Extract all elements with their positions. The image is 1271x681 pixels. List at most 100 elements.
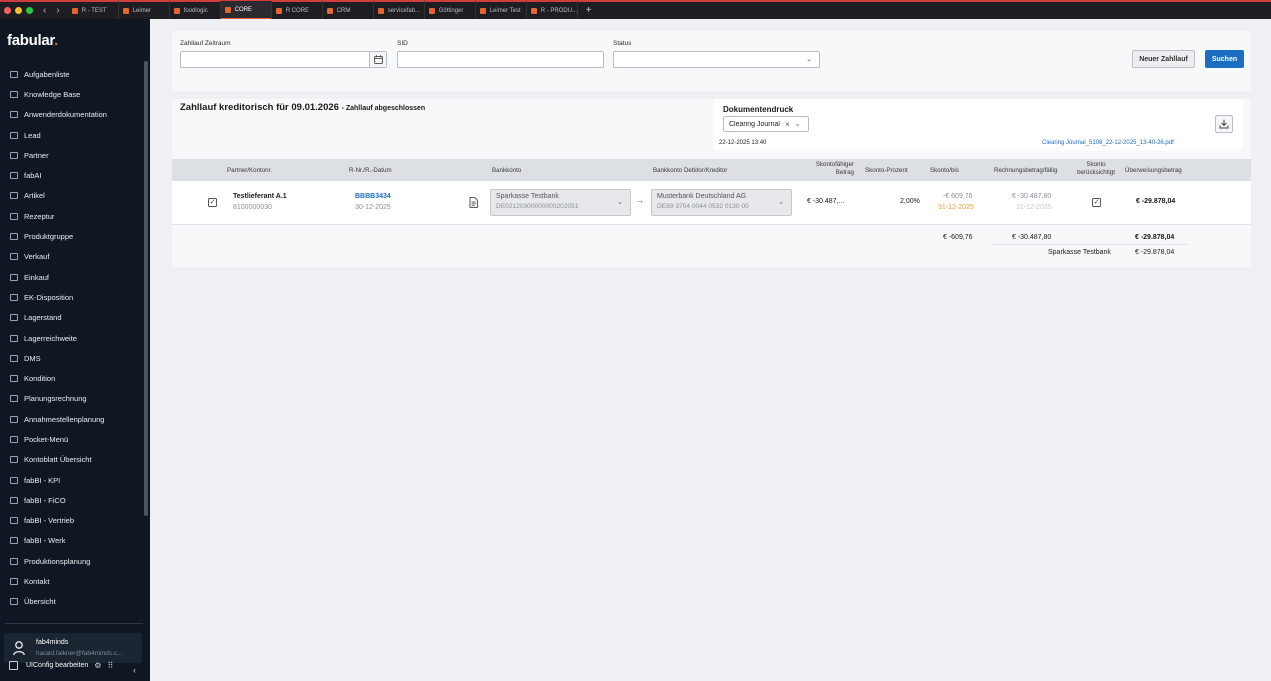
sidebar-item-verkauf[interactable]: Verkauf [0,247,143,267]
sidebar-item-rezeptur[interactable]: Rezeptur [0,206,143,226]
sidebar-scrollbar[interactable] [144,61,148,516]
sid-input[interactable] [397,51,604,68]
favicon-icon [224,6,231,13]
uiconfig-checkbox[interactable] [9,661,18,670]
sidebar-item-dms[interactable]: DMS [0,348,143,368]
close-window-icon[interactable] [4,7,11,14]
skonto-bis-date: 31-12-2025 [938,204,974,211]
sidebar-item-lagerstand[interactable]: Lagerstand [0,308,143,328]
clear-icon[interactable]: × [785,120,790,129]
sidebar-item-aufgabenliste[interactable]: Aufgabenliste [0,64,143,84]
col-skontofaehig: Skontofähiger Betrag [804,161,854,177]
sidebar-item-label: Rezeptur [24,211,55,221]
app-logo[interactable]: fabular. [7,32,58,49]
back-icon[interactable]: ‹ [43,5,46,16]
menu-item-icon [10,131,18,139]
sidebar-item-knowledge-base[interactable]: Knowledge Base [0,84,143,104]
menu-item-icon [10,517,18,525]
sidebar-item-anwenderdokumentation[interactable]: Anwenderdokumentation [0,105,143,125]
browser-tab[interactable]: Göttinger [425,1,476,20]
sidebar-item-produktionsplanung[interactable]: Produktionsplanung [0,551,143,571]
browser-tab-active[interactable]: CORE [220,1,272,20]
new-zahllauf-button[interactable]: Neuer Zahllauf [1132,50,1195,68]
sidebar-item-einkauf[interactable]: Einkauf [0,267,143,287]
menu-item-icon [10,557,18,565]
sidebar-item-fabbi-fico[interactable]: fabBI - FiCO [0,490,143,510]
browser-tab[interactable]: servicefab... [374,1,425,20]
favicon-icon [479,7,486,14]
filter-panel: Zahllauf Zeitraum SID Status ⌄ Neuer Zah… [172,31,1251,91]
chevron-down-icon: ⌄ [778,199,784,206]
browser-tab[interactable]: foodlogic [170,1,221,20]
sidebar-item-lead[interactable]: Lead [0,125,143,145]
table-row[interactable]: ✓ Testlieferant A.1 8100000030 BBBB3434 … [172,181,1251,225]
user-icon [13,641,25,655]
sidebar-item-label: Lagerstand [24,313,62,323]
sidebar-item-kontoblatt-übersicht[interactable]: Kontoblatt Übersicht [0,450,143,470]
grip-icon[interactable]: ⠿ [107,661,113,670]
scrollbar-thumb[interactable] [144,61,148,516]
bankkonto-dk-iban: DE89 3704 0044 0532 0130 00 [657,203,749,210]
skontofaehig-betrag: € -30.487,... [807,198,845,205]
minimize-window-icon[interactable] [15,7,22,14]
sidebar-item-fabbi-vertrieb[interactable]: fabBI - Vertrieb [0,511,143,531]
sidebar-item-artikel[interactable]: Artikel [0,186,143,206]
sidebar-item-pocket-menü[interactable]: Pocket-Menü [0,429,143,449]
sidebar-item-kondition[interactable]: Kondition [0,368,143,388]
logo-dot: . [54,32,58,49]
gear-icon[interactable]: ⚙ [94,661,101,670]
col-bankkonto-dk: Bankkonto Debitor/Kreditor [653,167,728,174]
main-content: Zahllauf Zeitraum SID Status ⌄ Neuer Zah… [150,19,1271,681]
col-ueberweisung: Überweisungsbetrag [1125,167,1182,174]
menu-item-icon [10,172,18,180]
favicon-icon [530,7,537,14]
invoice-link[interactable]: BBBB3434 [355,193,391,200]
chevron-down-icon[interactable]: ⌄ [795,120,801,128]
browser-tab[interactable]: Leimer Test [476,1,527,20]
zeitraum-input[interactable] [180,51,387,68]
sidebar-item-produktgruppe[interactable]: Produktgruppe [0,226,143,246]
browser-tab[interactable]: R - TEST [68,1,119,20]
browser-tab[interactable]: R CORE [272,1,323,20]
maximize-window-icon[interactable] [26,7,33,14]
document-file-link[interactable]: Clearing Journal_5108_22-12-2025_13-40-2… [1042,140,1174,146]
sidebar-item-lagerreichweite[interactable]: Lagerreichweite [0,328,143,348]
calendar-button[interactable] [369,52,386,67]
forward-icon[interactable]: › [56,5,59,16]
bankkonto-dk-select[interactable]: Musterbank Deutschland AG DE89 3704 0044… [651,189,792,216]
sidebar-item-übersicht[interactable]: Übersicht [0,592,143,612]
document-icon[interactable] [469,197,478,208]
sidebar-item-planungsrechnung[interactable]: Planungsrechnung [0,389,143,409]
search-button[interactable]: Suchen [1205,50,1244,68]
skonto-beruecksichtigt-checkbox[interactable]: ✓ [1092,198,1101,207]
collapse-sidebar-icon[interactable]: ‹ [133,665,136,675]
bankkonto-iban: DE02120300000000202051 [496,203,579,210]
browser-tab[interactable]: CRM [323,1,374,20]
user-profile[interactable]: fab4minds harald.falkner@fab4minds.c... [4,633,142,663]
sidebar-item-fabai[interactable]: fabAI [0,165,143,185]
row-select-checkbox[interactable]: ✓ [208,198,217,207]
sidebar-item-fabbi-werk[interactable]: fabBI - Werk [0,531,143,551]
sidebar-item-kontakt[interactable]: Kontakt [0,571,143,591]
sidebar-item-label: Artikel [24,191,45,201]
totals-divider [993,244,1188,245]
sidebar-item-annahmestellenplanung[interactable]: Annahmestellenplanung [0,409,143,429]
sidebar-item-label: Partner [24,150,49,160]
sidebar-item-fabbi-kpi[interactable]: fabBI - KPI [0,470,143,490]
browser-tab[interactable]: R - PRODU... [527,1,578,20]
sidebar-item-label: Pocket-Menü [24,434,69,444]
sidebar-item-label: Kontoblatt Übersicht [24,455,92,465]
sidebar-item-partner[interactable]: Partner [0,145,143,165]
browser-tab[interactable]: Leimer [119,1,170,20]
download-button[interactable] [1215,115,1233,133]
bankkonto-select[interactable]: Sparkasse Testbank DE0212030000000020205… [490,189,631,216]
uiconfig-toggle[interactable]: UIConfig bearbeiten ⚙ ⠿ [9,661,113,670]
col-rechnungsbetrag: Rechnungsbetrag/fällig [994,167,1058,174]
sidebar-item-label: DMS [24,353,41,363]
sidebar-item-ek-disposition[interactable]: EK-Disposition [0,287,143,307]
menu-item-icon [10,70,18,78]
faellig-date: 31-12-2025 [1016,204,1052,211]
new-tab-button[interactable]: + [586,5,592,16]
status-select[interactable]: ⌄ [613,51,820,68]
document-select[interactable]: Clearing Journal × ⌄ [723,116,809,132]
